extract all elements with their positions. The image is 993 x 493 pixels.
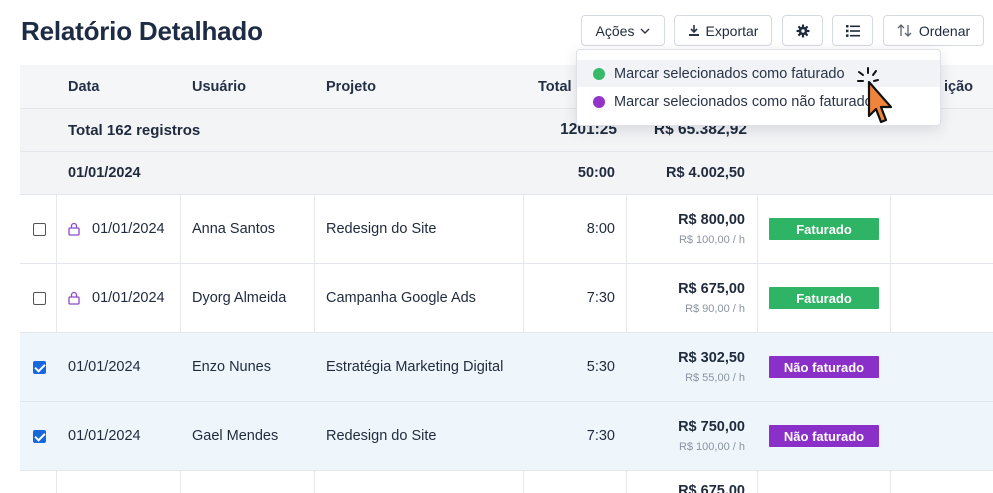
row-rate: R$ 90,00 / h <box>685 303 745 315</box>
row-amount: R$ 750,00 <box>678 419 745 435</box>
row-checkbox[interactable] <box>33 195 46 263</box>
export-button[interactable]: Exportar <box>674 15 772 46</box>
row-date: 01/01/2024 <box>92 290 165 306</box>
menu-item-label: Marcar selecionados como não faturado <box>614 93 873 110</box>
row-user: Gael Mendes <box>192 428 279 444</box>
row-project: Campanha Google Ads <box>326 290 476 306</box>
sort-button[interactable]: Ordenar <box>883 15 984 46</box>
status-badge: Não faturado <box>769 425 879 447</box>
row-rate: R$ 100,00 / h <box>678 441 745 453</box>
header-user[interactable]: Usuário <box>192 65 246 108</box>
row-date: 01/01/2024 <box>92 221 165 237</box>
row-rate: R$ 100,00 / h <box>678 234 745 246</box>
row-time: 7:30 <box>586 428 615 444</box>
table-row[interactable]: 01/01/2024 Dyorg Almeida Campanha Google… <box>20 264 993 333</box>
status-badge: Faturado <box>769 287 879 309</box>
header-project[interactable]: Projeto <box>326 65 376 108</box>
row-project: Redesign do Site <box>326 221 437 237</box>
checkbox[interactable] <box>33 429 46 443</box>
group-date: 01/01/2024 <box>68 165 141 181</box>
row-user: Anna Santos <box>192 221 276 237</box>
lock-icon <box>67 195 81 263</box>
row-date: 01/01/2024 <box>68 428 141 444</box>
group-amount: R$ 4.002,50 <box>665 165 745 181</box>
total-label: Total 162 registros <box>68 121 201 139</box>
row-user: Dyorg Almeida <box>192 290 287 306</box>
row-checkbox[interactable] <box>33 264 46 332</box>
download-icon <box>688 25 699 36</box>
row-checkbox[interactable] <box>33 402 46 470</box>
checkbox[interactable] <box>33 360 46 374</box>
row-project: Estratégia Marketing Digital <box>326 359 504 375</box>
header-description[interactable]: ição <box>944 65 973 108</box>
row-project: Redesign do Site <box>326 428 437 444</box>
lock-icon <box>67 264 81 332</box>
sort-button-label: Ordenar <box>918 22 971 39</box>
menu-item-label: Marcar selecionados como faturado <box>614 65 845 82</box>
pointer-hand-icon <box>857 67 893 124</box>
table-row[interactable]: 01/01/2024 Anna Santos Redesign do Site … <box>20 195 993 264</box>
row-amount: R$ 675,00 <box>678 281 745 297</box>
checkbox[interactable] <box>33 291 46 305</box>
export-button-label: Exportar <box>705 22 759 39</box>
actions-button-label: Ações <box>595 22 635 39</box>
row-time: 7:30 <box>586 290 615 306</box>
header-date[interactable]: Data <box>68 65 99 108</box>
row-time: 5:30 <box>586 359 615 375</box>
status-badge: Faturado <box>769 218 879 240</box>
row-checkbox[interactable] <box>33 333 46 401</box>
row-date: 01/01/2024 <box>68 359 141 375</box>
page-title: Relatório Detalhado <box>21 16 263 46</box>
settings-button[interactable] <box>782 15 823 46</box>
row-time: 8:00 <box>586 221 615 237</box>
row-rate: R$ 55,00 / h <box>685 372 745 384</box>
row-amount-cell: R$ 750,00 R$ 100,00 / h <box>678 402 745 470</box>
row-amount-cell: R$ 302,50 R$ 55,00 / h <box>678 333 745 401</box>
chevron-down-icon <box>640 28 650 34</box>
columns-button[interactable] <box>832 15 873 46</box>
row-amount: R$ 675,00 <box>678 483 745 493</box>
table-row[interactable]: 01/01/2024 Gael Mendes Redesign do Site … <box>20 402 993 471</box>
checkbox[interactable] <box>33 222 46 236</box>
green-dot-icon <box>593 67 605 80</box>
actions-button[interactable]: Ações <box>581 15 665 46</box>
table-row[interactable]: 01/01/2024 Enzo Nunes Estratégia Marketi… <box>20 333 993 402</box>
row-amount: R$ 302,50 <box>678 350 745 366</box>
status-badge: Não faturado <box>769 356 879 378</box>
table-row[interactable]: R$ 675,00 <box>20 471 993 493</box>
row-amount: R$ 800,00 <box>678 212 745 228</box>
gear-icon <box>796 24 809 37</box>
purple-dot-icon <box>593 95 605 108</box>
list-icon <box>845 24 860 37</box>
row-amount-cell: R$ 800,00 R$ 100,00 / h <box>678 195 745 263</box>
group-time: 50:00 <box>577 165 615 181</box>
group-row: 01/01/2024 50:00 R$ 4.002,50 <box>20 152 993 195</box>
row-user: Enzo Nunes <box>192 359 271 375</box>
sort-arrows-icon <box>897 24 912 37</box>
row-amount-cell: R$ 675,00 R$ 90,00 / h <box>678 264 745 332</box>
